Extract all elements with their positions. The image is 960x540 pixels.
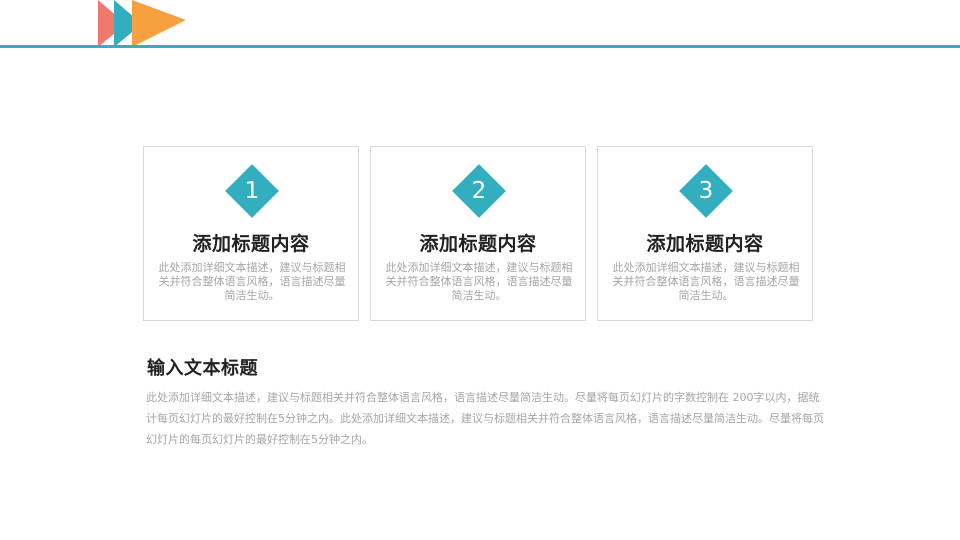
badge-number: 2 [471, 178, 487, 204]
badge-number: 1 [244, 178, 260, 204]
section-body-text: 此处添加详细文本描述，建议与标题相关并符合整体语言风格，语言描述尽量简洁生动。尽… [146, 391, 824, 446]
card-description: 此处添加详细文本描述，建议与标题相关并符合整体语言风格，语言描述尽量简洁生动。 [612, 261, 800, 302]
feature-card-2: 2 添加标题内容 此处添加详细文本描述，建议与标题相关并符合整体语言风格，语言描… [370, 146, 586, 321]
card-description: 此处添加详细文本描述，建议与标题相关并符合整体语言风格，语言描述尽量简洁生动。 [158, 261, 346, 302]
header-divider-line [0, 45, 960, 48]
triangles-logo-icon [98, 0, 186, 47]
card-title: 添加标题内容 [646, 233, 764, 255]
number-badge: 2 [452, 164, 506, 218]
badge-number: 3 [698, 178, 714, 204]
card-title: 添加标题内容 [419, 233, 537, 255]
card-title: 添加标题内容 [192, 233, 310, 255]
feature-card-3: 3 添加标题内容 此处添加详细文本描述，建议与标题相关并符合整体语言风格，语言描… [597, 146, 813, 321]
number-badge: 3 [679, 164, 733, 218]
orange-triangle [132, 0, 186, 47]
card-description: 此处添加详细文本描述，建议与标题相关并符合整体语言风格，语言描述尽量简洁生动。 [385, 261, 573, 302]
section-title: 输入文本标题 [147, 358, 258, 379]
feature-card-1: 1 添加标题内容 此处添加详细文本描述，建议与标题相关并符合整体语言风格，语言描… [143, 146, 359, 321]
number-badge: 1 [225, 164, 279, 218]
